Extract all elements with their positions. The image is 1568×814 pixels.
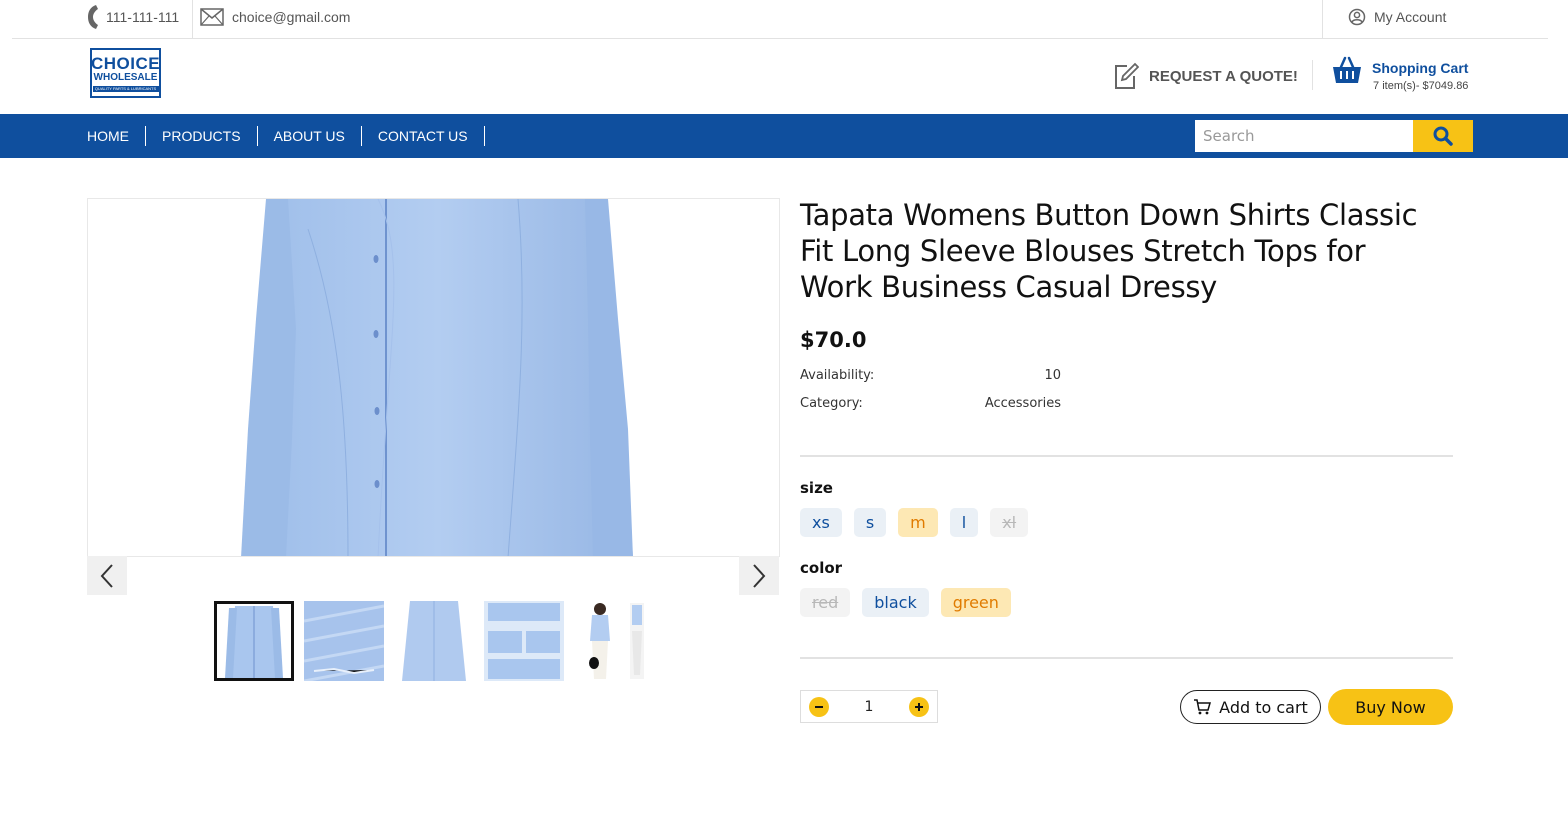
basket-icon — [1333, 56, 1361, 83]
email-address: choice@gmail.com — [232, 9, 351, 25]
divider — [800, 657, 1453, 659]
cart-icon — [1194, 699, 1212, 715]
my-account-label: My Account — [1374, 9, 1447, 25]
nav-item-products[interactable]: PRODUCTS — [146, 126, 258, 146]
thumbnail-image — [574, 601, 654, 681]
thumbnail-image — [304, 601, 384, 681]
plus-icon — [914, 702, 923, 711]
divider — [800, 455, 1453, 457]
my-account-link[interactable]: My Account — [1348, 4, 1446, 30]
quantity-stepper: 1 — [800, 690, 938, 723]
quantity-decrease-button[interactable] — [809, 696, 829, 717]
nav-item-contact-us[interactable]: CONTACT US — [362, 126, 485, 146]
size-option-xl: xl — [990, 508, 1029, 537]
product-title: Tapata Womens Button Down Shirts Classic… — [800, 198, 1418, 304]
mail-icon — [200, 8, 224, 26]
size-option-m[interactable]: m — [898, 508, 938, 537]
thumbnail[interactable] — [574, 601, 654, 681]
user-circle-icon — [1348, 8, 1366, 26]
phone-contact[interactable]: 111-111-111 — [86, 4, 179, 30]
color-option-green[interactable]: green — [940, 588, 1011, 617]
nav-item-home[interactable]: HOME — [87, 126, 146, 146]
product-price: $70.0 — [800, 328, 867, 352]
buy-now-button[interactable]: Buy Now — [1328, 689, 1453, 725]
size-option-l[interactable]: l — [949, 508, 979, 537]
phone-number: 111-111-111 — [106, 9, 180, 25]
thumbnail-image — [394, 601, 474, 681]
header-divider — [1312, 60, 1313, 90]
size-option-xs[interactable]: xs — [800, 508, 842, 537]
logo-tagline: QUALITY PARTS & LUBRICANTS — [92, 85, 159, 92]
logo-text-choice: CHOICE — [90, 53, 161, 73]
search-input[interactable] — [1195, 120, 1413, 152]
thumbnail-image — [217, 604, 291, 678]
edit-icon — [1115, 62, 1139, 89]
availability-value: 10 — [1044, 368, 1061, 383]
email-contact[interactable]: choice@gmail.com — [200, 4, 350, 30]
request-quote-label: REQUEST A QUOTE! — [1149, 67, 1298, 85]
main-nav: HOME PRODUCTS ABOUT US CONTACT US — [0, 114, 1568, 158]
buy-now-label: Buy Now — [1355, 697, 1426, 717]
topbar-divider — [1322, 0, 1323, 38]
product-main-image[interactable] — [87, 198, 780, 557]
search-button[interactable] — [1413, 120, 1473, 152]
chevron-left-icon — [100, 563, 113, 588]
color-options: red black green — [800, 588, 1011, 617]
minus-icon — [815, 705, 823, 708]
thumbnail[interactable] — [214, 601, 294, 681]
thumbnail-strip — [214, 601, 654, 681]
category-value: Accessories — [984, 396, 1061, 411]
quantity-value[interactable]: 1 — [865, 699, 874, 715]
top-bar: 111-111-111 choice@gmail.com My Account — [12, 0, 1548, 39]
gallery-prev-button[interactable] — [87, 556, 127, 595]
color-option-red: red — [800, 588, 851, 617]
availability-row: Availability: 10 — [800, 368, 1061, 383]
add-to-cart-label: Add to cart — [1219, 697, 1308, 717]
size-options: xs s m l xl — [800, 508, 1029, 537]
category-label: Category: — [800, 396, 863, 411]
gallery-next-button[interactable] — [739, 556, 779, 595]
thumbnail[interactable] — [394, 601, 474, 681]
shirt-image — [241, 199, 633, 556]
thumbnail[interactable] — [304, 601, 384, 681]
thumbnail[interactable] — [484, 601, 564, 681]
request-quote-link[interactable]: REQUEST A QUOTE! — [1113, 62, 1298, 90]
logo-text-wholesale: WHOLESALE — [93, 71, 158, 83]
topbar-divider — [192, 0, 193, 38]
availability-label: Availability: — [800, 368, 875, 383]
quantity-increase-button[interactable] — [908, 696, 929, 717]
color-label: color — [800, 559, 843, 577]
color-option-black[interactable]: black — [862, 588, 929, 617]
site-logo[interactable]: CHOICE WHOLESALE QUALITY PARTS & LUBRICA… — [90, 48, 161, 98]
nav-item-about-us[interactable]: ABOUT US — [258, 126, 362, 146]
cart-title: Shopping Cart — [1372, 60, 1469, 76]
shopping-cart-link[interactable]: Shopping Cart 7 item(s)- $7049.86 — [1332, 56, 1468, 92]
thumbnail-image — [484, 601, 564, 681]
category-row: Category: Accessories — [800, 396, 1061, 411]
nav-items: HOME PRODUCTS ABOUT US CONTACT US — [87, 114, 485, 158]
cart-summary: 7 item(s)- $7049.86 — [1373, 80, 1469, 92]
search-bar — [1195, 120, 1473, 152]
cart-text: Shopping Cart 7 item(s)- $7049.86 — [1372, 56, 1468, 92]
search-icon — [1433, 126, 1453, 146]
phone-icon — [88, 5, 98, 29]
size-option-s[interactable]: s — [853, 508, 887, 537]
chevron-right-icon — [753, 563, 766, 588]
size-label: size — [800, 479, 833, 497]
add-to-cart-button[interactable]: Add to cart — [1180, 690, 1321, 724]
